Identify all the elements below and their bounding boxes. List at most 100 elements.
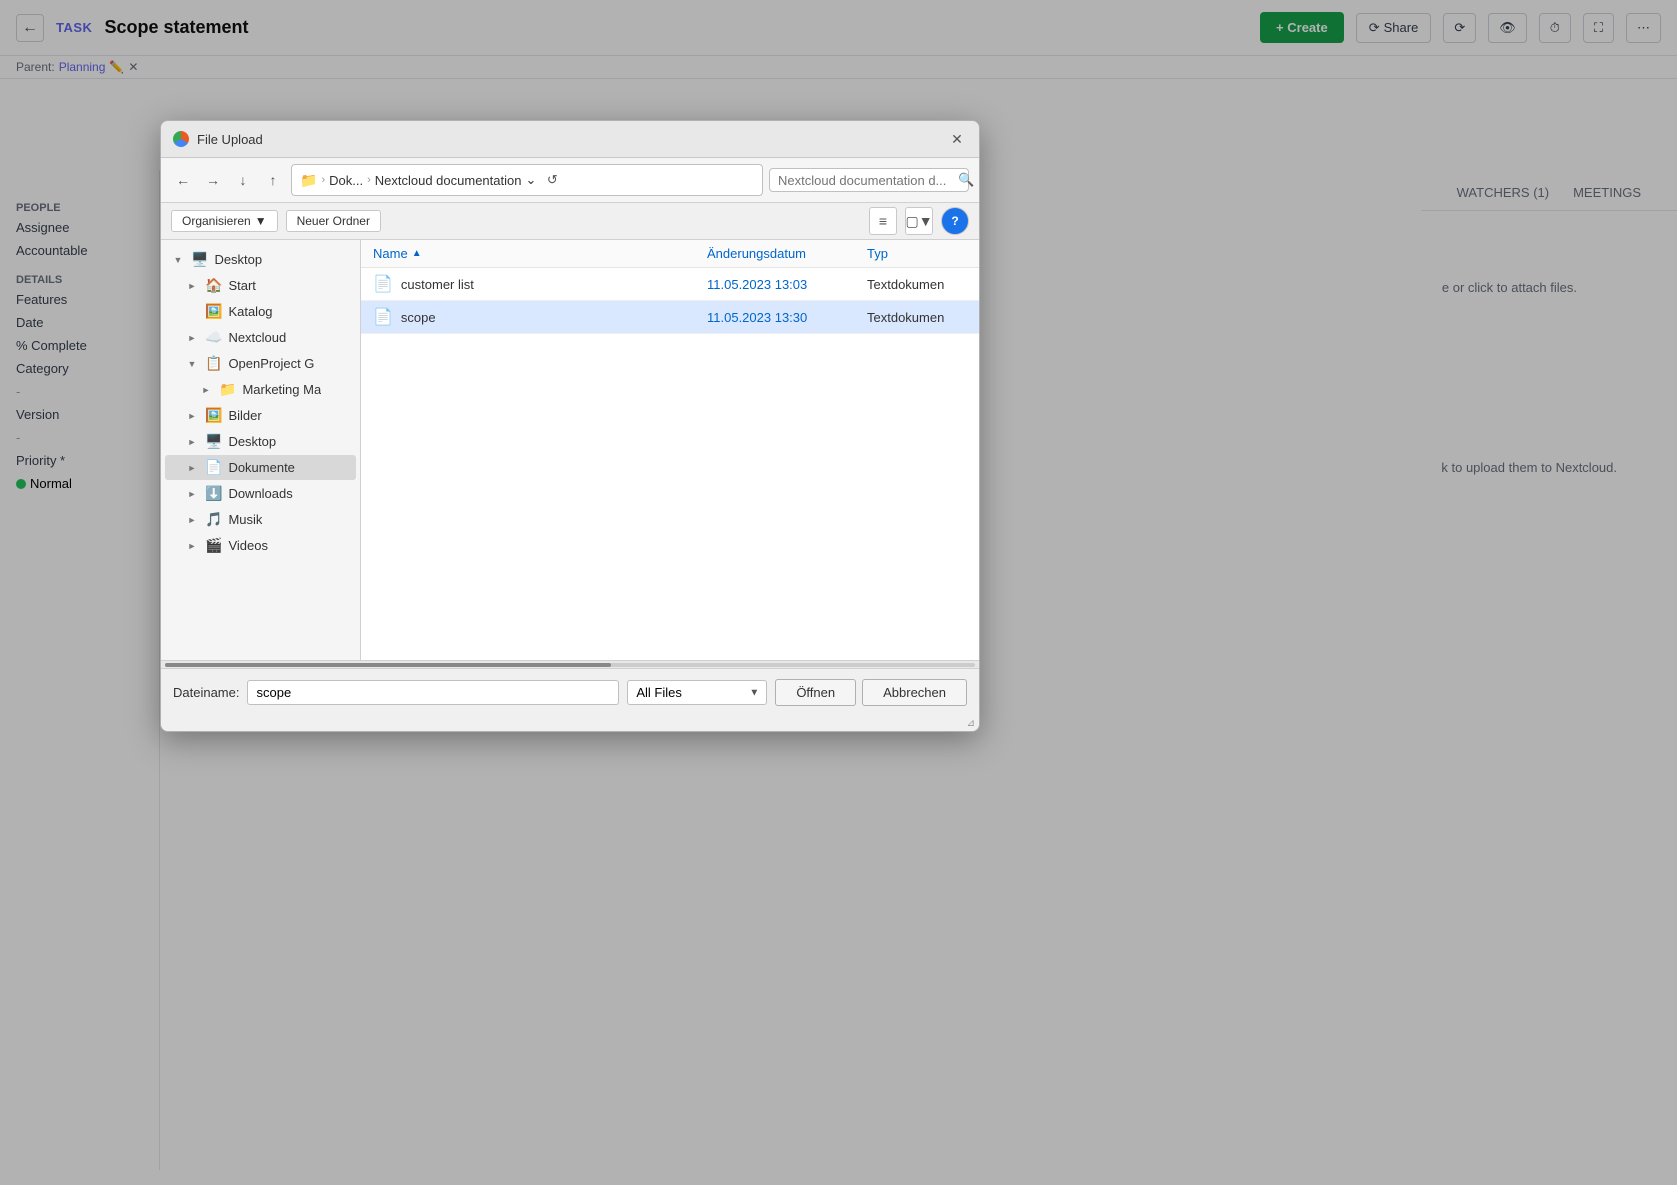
sidebar-item-openproject[interactable]: ▼ 📋 OpenProject G xyxy=(165,351,356,376)
filename-label: Dateiname: xyxy=(173,685,239,700)
view-icon: ▢ xyxy=(905,213,918,230)
new-folder-button[interactable]: Neuer Ordner xyxy=(286,210,381,232)
expand-arrow-start: ► xyxy=(185,279,199,293)
sidebar-label-dokumente: Dokumente xyxy=(228,460,294,475)
desktop2-icon: 🖥️ xyxy=(205,433,222,450)
expand-arrow-desktop: ▼ xyxy=(171,253,185,267)
sidebar-label-bilder: Bilder xyxy=(228,408,261,423)
expand-arrow-marketing: ► xyxy=(199,383,213,397)
start-icon: 🏠 xyxy=(205,277,222,294)
nav-back-button[interactable]: ← xyxy=(171,168,195,192)
help-button[interactable]: ? xyxy=(941,207,969,235)
path-refresh-button[interactable]: ↺ xyxy=(540,168,564,192)
cancel-button[interactable]: Abbrechen xyxy=(862,679,967,706)
filetype-select[interactable]: All Files Text Files PDF Files xyxy=(627,680,767,705)
dialog-overlay: File Upload ✕ ← → ↓ ↑ 📁 › Dok... › Nextc… xyxy=(0,0,1677,1185)
sidebar-label-marketing: Marketing Ma xyxy=(242,382,321,397)
open-button[interactable]: Öffnen xyxy=(775,679,856,706)
sidebar-label-katalog: Katalog xyxy=(228,304,272,319)
page-background: ← TASK Scope statement + Create ⟳ Share … xyxy=(0,0,1677,1185)
view-toggle-button[interactable]: ▢ ▼ xyxy=(905,207,933,235)
expand-arrow-dokumente: ► xyxy=(185,461,199,475)
sidebar-item-videos[interactable]: ► 🎬 Videos xyxy=(165,533,356,558)
dialog-sidebar: ▼ 🖥️ Desktop ► 🏠 Start ► 🖼️ Katalog xyxy=(161,240,361,660)
file-date-scope: 11.05.2023 13:30 xyxy=(707,310,867,325)
file-row-customer-list[interactable]: 📄 customer list 11.05.2023 13:03 Textdok… xyxy=(361,268,979,301)
nav-dropdown-button[interactable]: ↓ xyxy=(231,168,255,192)
file-type-customer-list: Textdokumen xyxy=(867,277,967,292)
expand-arrow-openproject: ▼ xyxy=(185,357,199,371)
file-list: Name ▲ Änderungsdatum Typ 📄 customer lis… xyxy=(361,240,979,660)
sidebar-item-desktop-top[interactable]: ▼ 🖥️ Desktop xyxy=(165,247,356,272)
path-dropdown-button[interactable]: ⌄ xyxy=(525,172,536,188)
sidebar-item-marketing[interactable]: ► 📁 Marketing Ma xyxy=(165,377,356,402)
nav-forward-button[interactable]: → xyxy=(201,168,225,192)
file-type-scope: Textdokumen xyxy=(867,310,967,325)
sidebar-label-nextcloud: Nextcloud xyxy=(228,330,286,345)
sidebar-item-start[interactable]: ► 🏠 Start xyxy=(165,273,356,298)
sidebar-item-desktop2[interactable]: ► 🖥️ Desktop xyxy=(165,429,356,454)
col-name-header[interactable]: Name ▲ xyxy=(373,246,707,261)
sidebar-item-bilder[interactable]: ► 🖼️ Bilder xyxy=(165,403,356,428)
downloads-icon: ⬇️ xyxy=(205,485,222,502)
file-row-scope[interactable]: 📄 scope 11.05.2023 13:30 Textdokumen xyxy=(361,301,979,334)
path-folder-icon: 📁 xyxy=(300,172,317,189)
sidebar-label-start: Start xyxy=(228,278,255,293)
organize-dropdown-icon: ▼ xyxy=(255,214,267,228)
search-box: 🔍 xyxy=(769,168,969,192)
musik-icon: 🎵 xyxy=(205,511,222,528)
dialog-body: ▼ 🖥️ Desktop ► 🏠 Start ► 🖼️ Katalog xyxy=(161,240,979,660)
desktop-top-icon: 🖥️ xyxy=(191,251,208,268)
dialog-titlebar: File Upload ✕ xyxy=(161,121,979,158)
sidebar-label-downloads: Downloads xyxy=(228,486,292,501)
firefox-icon xyxy=(173,131,189,147)
expand-arrow-nextcloud: ► xyxy=(185,331,199,345)
dialog-navigation: ← → ↓ ↑ 📁 › Dok... › Nextcloud documenta… xyxy=(161,158,979,203)
path-separator-2: › xyxy=(367,174,371,186)
sidebar-item-nextcloud[interactable]: ► ☁️ Nextcloud xyxy=(165,325,356,350)
file-list-header: Name ▲ Änderungsdatum Typ xyxy=(361,240,979,268)
expand-arrow-videos: ► xyxy=(185,539,199,553)
footer-buttons: Öffnen Abbrechen xyxy=(775,679,967,706)
sidebar-label-desktop2: Desktop xyxy=(228,434,276,449)
dokumente-icon: 📄 xyxy=(205,459,222,476)
bilder-icon: 🖼️ xyxy=(205,407,222,424)
search-input[interactable] xyxy=(778,173,954,188)
expand-arrow-desktop2: ► xyxy=(185,435,199,449)
filetype-select-wrapper: All Files Text Files PDF Files ▼ xyxy=(627,680,767,705)
dialog-resize-handle[interactable]: ⊿ xyxy=(161,716,979,731)
sidebar-item-musik[interactable]: ► 🎵 Musik xyxy=(165,507,356,532)
sidebar-item-downloads[interactable]: ► ⬇️ Downloads xyxy=(165,481,356,506)
search-icon: 🔍 xyxy=(958,172,974,188)
file-name-customer-list: customer list xyxy=(401,277,707,292)
dialog-close-button[interactable]: ✕ xyxy=(947,129,967,149)
marketing-icon: 📁 xyxy=(219,381,236,398)
dialog-title: File Upload xyxy=(197,132,939,147)
col-date-header[interactable]: Änderungsdatum xyxy=(707,246,867,261)
expand-arrow-bilder: ► xyxy=(185,409,199,423)
dialog-toolbar: Organisieren ▼ Neuer Ordner ≡ ▢ ▼ ? xyxy=(161,203,979,240)
expand-arrow-musik: ► xyxy=(185,513,199,527)
col-type-header[interactable]: Typ xyxy=(867,246,967,261)
sidebar-label-videos: Videos xyxy=(228,538,268,553)
nav-up-button[interactable]: ↑ xyxy=(261,168,285,192)
name-sort-arrow: ▲ xyxy=(412,248,422,259)
path-segment-1: Dok... xyxy=(329,173,363,188)
expand-arrow-downloads: ► xyxy=(185,487,199,501)
view-list-button[interactable]: ≡ xyxy=(869,207,897,235)
scrollbar-track xyxy=(165,663,975,667)
breadcrumb-path: 📁 › Dok... › Nextcloud documentation ⌄ ↺ xyxy=(291,164,763,196)
sidebar-label-openproject: OpenProject G xyxy=(228,356,314,371)
horizontal-scrollbar[interactable] xyxy=(161,660,979,668)
file-icon-scope: 📄 xyxy=(373,307,393,327)
filename-input[interactable] xyxy=(247,680,619,705)
sidebar-label-musik: Musik xyxy=(228,512,262,527)
organize-button[interactable]: Organisieren ▼ xyxy=(171,210,278,232)
file-upload-dialog: File Upload ✕ ← → ↓ ↑ 📁 › Dok... › Nextc… xyxy=(160,120,980,732)
file-date-customer-list: 11.05.2023 13:03 xyxy=(707,277,867,292)
sidebar-item-dokumente[interactable]: ► 📄 Dokumente xyxy=(165,455,356,480)
scrollbar-thumb[interactable] xyxy=(165,663,611,667)
view-dropdown-icon: ▼ xyxy=(919,213,933,229)
sidebar-item-katalog[interactable]: ► 🖼️ Katalog xyxy=(165,299,356,324)
file-name-scope: scope xyxy=(401,310,707,325)
